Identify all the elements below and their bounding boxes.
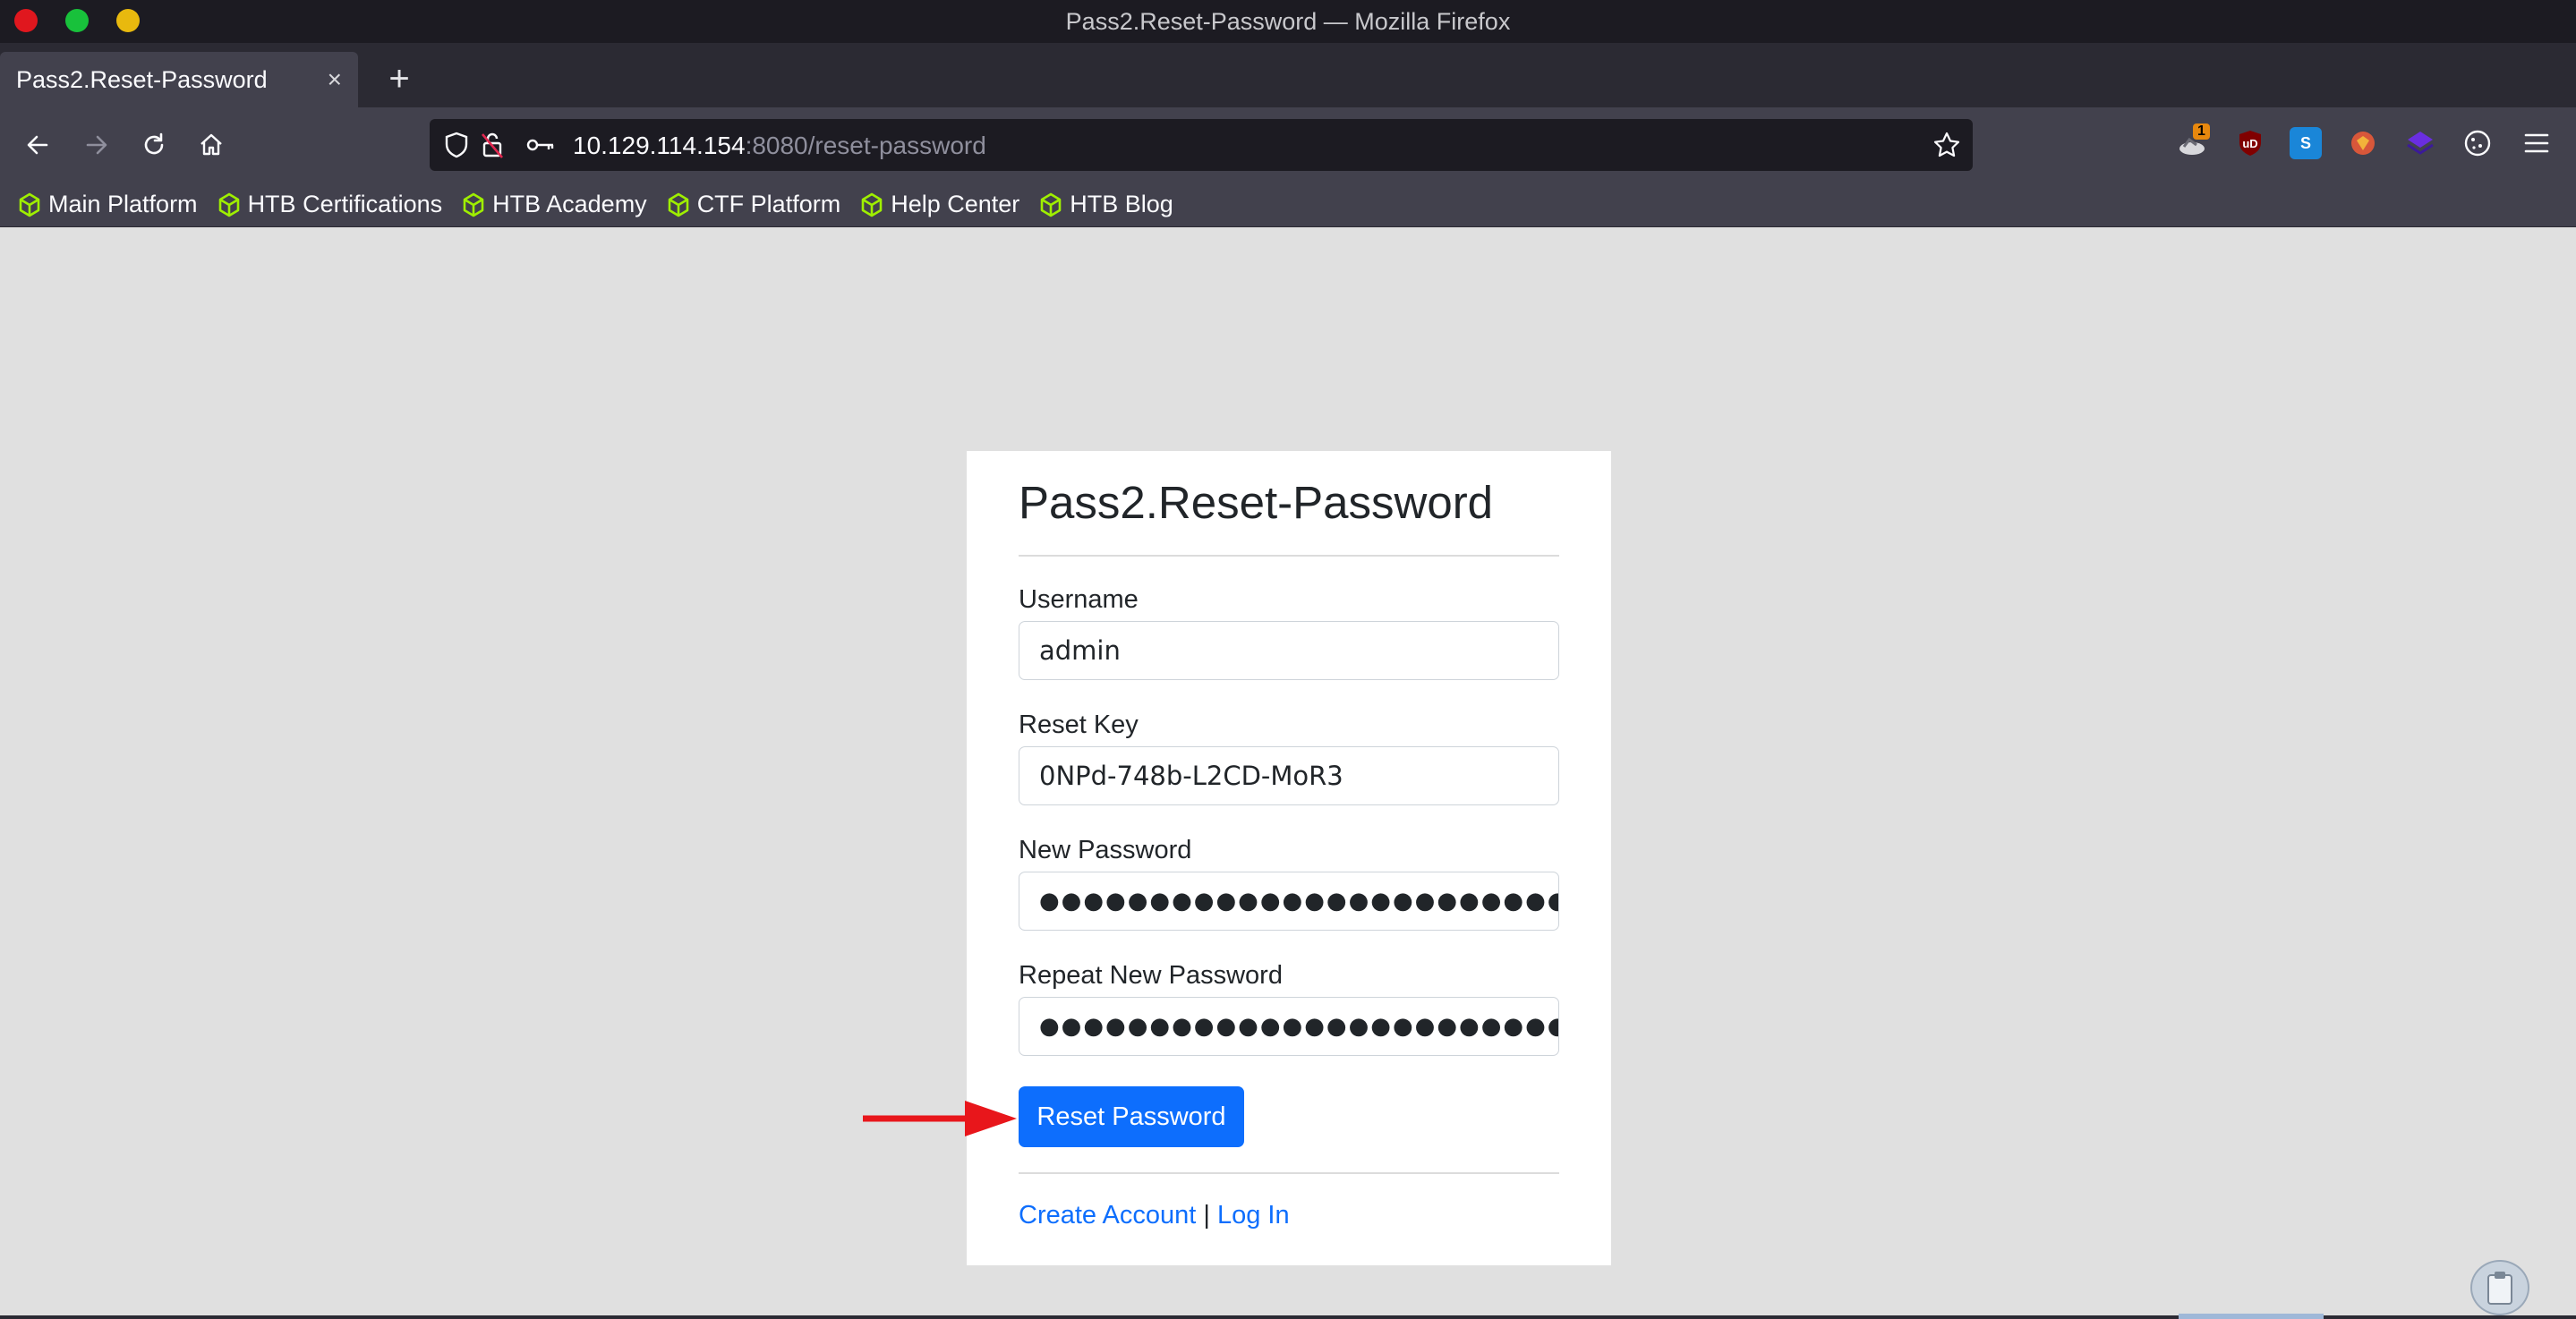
bookmark-label: HTB Blog — [1070, 191, 1173, 217]
extension-foxyproxy-icon[interactable]: 1 — [2177, 123, 2210, 159]
tab-close-icon[interactable]: × — [328, 65, 342, 94]
hackthebox-cube-icon — [668, 192, 688, 217]
window-controls — [14, 9, 140, 32]
menu-hamburger-icon[interactable] — [2521, 127, 2553, 159]
extension-s-label: S — [2299, 133, 2311, 152]
repeat-password-label: Repeat New Password — [1019, 961, 1283, 990]
bookmark-htb-certifications[interactable]: HTB Certifications — [218, 191, 443, 218]
bookmark-htb-blog[interactable]: HTB Blog — [1039, 191, 1173, 218]
tab-strip: Pass2.Reset-Password × + — [0, 43, 2576, 107]
reset-key-field[interactable]: 0NPd-748b-L2CD-MoR3 — [1019, 746, 1559, 805]
reset-password-card: Pass2.Reset-Password Username admin Rese… — [967, 451, 1611, 1265]
extension-wappalyzer-icon[interactable] — [2404, 127, 2436, 159]
bookmark-label: Help Center — [891, 191, 1020, 217]
window-title: Pass2.Reset-Password — Mozilla Firefox — [1065, 7, 1511, 35]
username-label: Username — [1019, 585, 1139, 614]
home-icon[interactable] — [192, 125, 231, 165]
back-icon[interactable] — [18, 125, 57, 165]
hackthebox-cube-icon — [463, 192, 484, 217]
clipboard-icon[interactable] — [2470, 1260, 2529, 1315]
reset-key-label: Reset Key — [1019, 711, 1139, 739]
bookmark-label: Main Platform — [48, 191, 198, 217]
login-link[interactable]: Log In — [1217, 1201, 1290, 1230]
annotation-arrow-icon — [863, 1101, 1017, 1136]
bookmark-htb-academy[interactable]: HTB Academy — [462, 191, 647, 218]
reset-password-button[interactable]: Reset Password — [1019, 1086, 1244, 1147]
close-window-button[interactable] — [14, 9, 38, 32]
bookmark-label: HTB Certifications — [247, 191, 443, 217]
key-icon[interactable] — [526, 131, 555, 159]
shield-icon[interactable] — [442, 131, 471, 159]
reload-icon[interactable] — [134, 125, 174, 165]
link-separator: | — [1203, 1201, 1210, 1230]
create-account-link[interactable]: Create Account — [1019, 1201, 1196, 1230]
extension-badge: 1 — [2193, 123, 2210, 140]
extension-hackbar-icon[interactable] — [2347, 127, 2379, 159]
minimize-window-button[interactable] — [116, 9, 140, 32]
hackthebox-cube-icon — [19, 192, 40, 217]
bookmark-ctf-platform[interactable]: CTF Platform — [667, 191, 841, 218]
hackthebox-cube-icon — [1040, 192, 1062, 217]
hackthebox-cube-icon — [218, 192, 239, 217]
footer-links: Create Account | Log In — [1019, 1201, 1290, 1230]
extension-ublock-icon[interactable]: uD — [2234, 127, 2266, 159]
new-password-field[interactable]: ●●●●●●●●●●●●●●●●●●●●●●●●●●●●●●●●●● — [1019, 872, 1559, 931]
new-password-label: New Password — [1019, 836, 1192, 864]
divider — [1019, 555, 1559, 557]
bookmark-main-platform[interactable]: Main Platform — [18, 191, 198, 218]
tab-active[interactable]: Pass2.Reset-Password × — [0, 52, 358, 107]
divider — [1019, 1172, 1559, 1174]
forward-icon[interactable] — [77, 125, 116, 165]
window-titlebar: Pass2.Reset-Password — Mozilla Firefox — [0, 0, 2576, 43]
bookmark-star-icon[interactable] — [1930, 128, 1964, 162]
page-title: Pass2.Reset-Password — [1019, 477, 1494, 528]
url-path: :8080/reset-password — [745, 132, 986, 159]
address-bar[interactable]: 10.129.114.154:8080/reset-password — [430, 119, 1973, 171]
bottom-accent — [2179, 1314, 2324, 1319]
url-text[interactable]: 10.129.114.154:8080/reset-password — [573, 132, 986, 160]
tab-title: Pass2.Reset-Password — [16, 65, 268, 93]
hackthebox-cube-icon — [861, 192, 883, 217]
url-host: 10.129.114.154 — [573, 132, 746, 159]
bookmark-label: HTB Academy — [492, 191, 647, 217]
ublock-label: uD — [2242, 136, 2258, 150]
bookmark-label: CTF Platform — [696, 191, 841, 217]
maximize-window-button[interactable] — [65, 9, 89, 32]
repeat-password-field[interactable]: ●●●●●●●●●●●●●●●●●●●●●●●●●●●●●●●●●● — [1019, 997, 1559, 1056]
bookmarks-toolbar: Main Platform HTB Certifications HTB Aca… — [0, 183, 2576, 227]
insecure-lock-icon[interactable] — [478, 131, 507, 159]
bookmark-help-center[interactable]: Help Center — [860, 191, 1019, 218]
username-field[interactable]: admin — [1019, 621, 1559, 680]
new-tab-button[interactable]: + — [380, 59, 419, 98]
extension-cookie-icon[interactable] — [2461, 127, 2494, 159]
extension-s-icon[interactable]: S — [2290, 127, 2322, 159]
